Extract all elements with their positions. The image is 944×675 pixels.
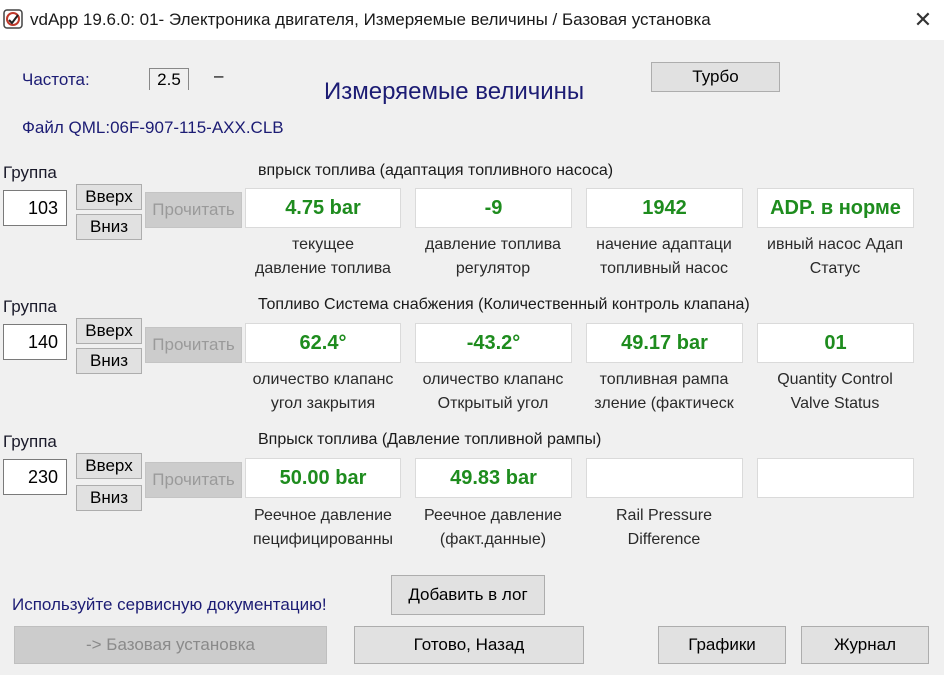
frequency-label: Частота: (22, 70, 90, 89)
frequency-value: 2.5 (149, 68, 189, 90)
frequency-dash: – (214, 66, 224, 85)
caption-line: Открытый угол (437, 395, 549, 412)
caption-line: Difference (627, 531, 701, 548)
read-button[interactable]: Прочитать (145, 462, 242, 498)
caption-line: давление топлива (255, 260, 391, 277)
value-field: 62.4° (245, 323, 401, 363)
group-number-input[interactable]: 140 (3, 324, 67, 360)
caption-line: Rail Pressure (615, 507, 713, 524)
caption-line: топливная рампа (599, 371, 729, 388)
read-button[interactable]: Прочитать (145, 327, 242, 363)
caption-line: текущее (291, 236, 354, 253)
caption-line: начение адаптаци (596, 236, 732, 253)
value-field: 49.17 bar (586, 323, 743, 363)
group-number-input[interactable]: 230 (3, 459, 67, 495)
group-title: Впрыск топлива (Давление топливной рампы… (258, 431, 602, 448)
caption-line: Реечное давление (254, 507, 392, 524)
caption-line: зление (фактическ (594, 395, 734, 412)
group-up-button[interactable]: Вверх (76, 184, 142, 210)
caption-line: (факт.данные) (439, 531, 547, 548)
caption-line: ивный насос Адап (767, 236, 903, 253)
value-field: -9 (415, 188, 572, 228)
group-number-input[interactable]: 103 (3, 190, 67, 226)
turbo-button[interactable]: Турбо (651, 62, 780, 92)
basic-setting-button[interactable]: -> Базовая установка (14, 626, 327, 664)
caption-line: пецифицированны (252, 531, 394, 548)
group-title: Топливо Система снабжения (Количественны… (258, 296, 750, 313)
group-down-button[interactable]: Вниз (76, 485, 142, 511)
page-title: Измеряемые величины (324, 78, 585, 105)
graphs-button[interactable]: Графики (658, 626, 786, 664)
value-field: 49.83 bar (415, 458, 572, 498)
close-icon[interactable]: ✕ (904, 4, 942, 36)
group-label: Группа (3, 432, 57, 451)
add-to-log-button[interactable]: Добавить в лог (391, 575, 545, 615)
journal-button[interactable]: Журнал (801, 626, 929, 664)
value-field: ADP. в норме (757, 188, 914, 228)
caption-line: оличество клапанс (252, 371, 394, 388)
value-field: 01 (757, 323, 914, 363)
qml-file-label: Файл QML:06F-907-115-AXX.CLB (22, 118, 284, 137)
app-icon (3, 9, 23, 29)
value-field: 4.75 bar (245, 188, 401, 228)
caption-line: давление топлива (425, 236, 561, 253)
service-doc-hint: Используйте сервисную документацию! (12, 595, 327, 614)
value-field: 50.00 bar (245, 458, 401, 498)
value-field: -43.2° (415, 323, 572, 363)
caption-line: регулятор (455, 260, 531, 277)
value-field (757, 458, 914, 498)
group-down-button[interactable]: Вниз (76, 214, 142, 240)
group-label: Группа (3, 297, 57, 316)
caption-line: Quantity Control (777, 371, 893, 388)
title-bar: vdApp 19.6.0: 01- Электроника двигателя,… (0, 0, 944, 40)
done-back-button[interactable]: Готово, Назад (354, 626, 584, 664)
group-label: Группа (3, 163, 57, 182)
caption-line: Статус (809, 260, 861, 277)
read-button[interactable]: Прочитать (145, 192, 242, 228)
caption-line: Реечное давление (424, 507, 562, 524)
group-title: впрыск топлива (адаптация топливного нас… (258, 162, 614, 179)
window-title: vdApp 19.6.0: 01- Электроника двигателя,… (30, 10, 711, 29)
caption-line: угол закрытия (270, 395, 376, 412)
caption-line: Valve Status (790, 395, 880, 412)
caption-line: топливный насос (599, 260, 728, 277)
group-down-button[interactable]: Вниз (76, 348, 142, 374)
group-up-button[interactable]: Вверх (76, 453, 142, 479)
value-field (586, 458, 743, 498)
group-up-button[interactable]: Вверх (76, 318, 142, 344)
value-field: 1942 (586, 188, 743, 228)
caption-line: оличество клапанс (422, 371, 564, 388)
